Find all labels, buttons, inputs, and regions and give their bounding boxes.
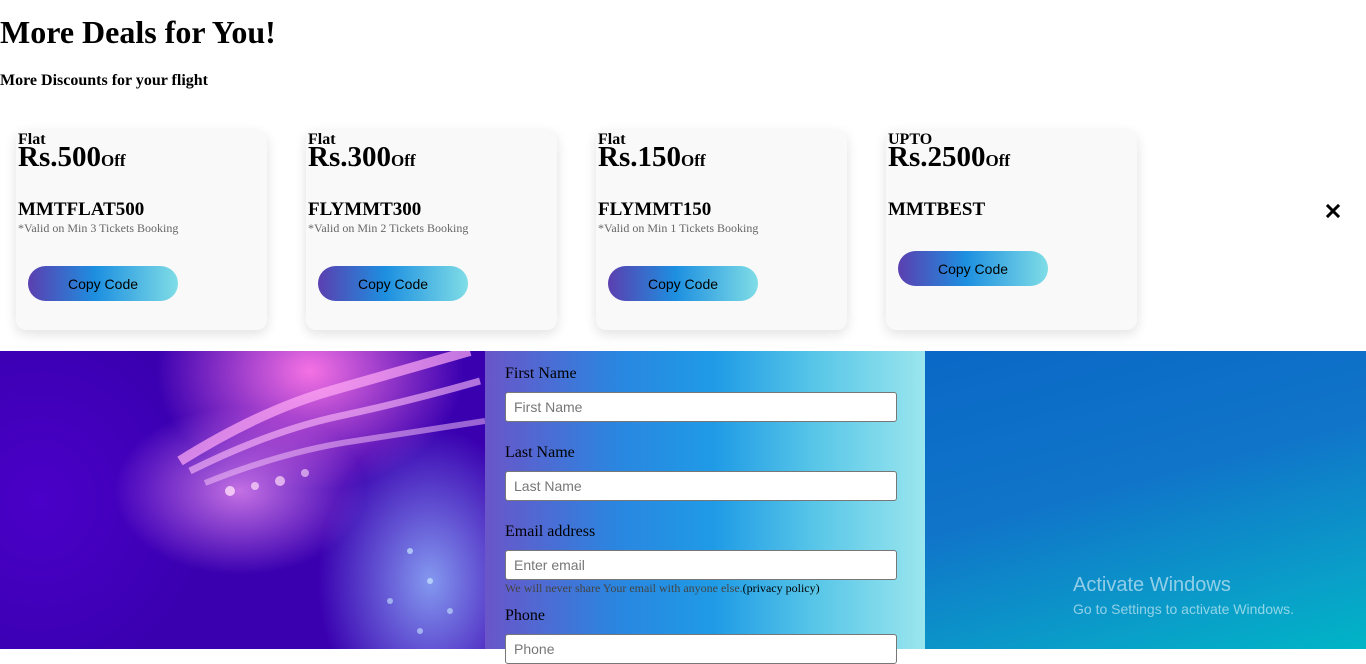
copy-code-button[interactable]: Copy Code: [898, 251, 1048, 286]
email-help-message: We will never share Your email with anyo…: [505, 581, 743, 595]
deal-amount-suffix: Off: [390, 151, 416, 170]
page-subtitle: More Discounts for your flight: [0, 72, 208, 89]
deal-amount-value: Rs.150: [598, 141, 681, 173]
copy-code-button[interactable]: Copy Code: [28, 266, 178, 301]
deal-amount-suffix: Off: [985, 151, 1011, 170]
coupon-code: FLYMMT300: [308, 199, 422, 220]
copy-code-button[interactable]: Copy Code: [608, 266, 758, 301]
deal-condition: *Valid on Min 2 Tickets Booking: [308, 221, 469, 235]
deal-condition: *Valid on Min 1 Tickets Booking: [598, 221, 759, 235]
deal-amount: Rs.500Off: [18, 140, 126, 178]
deal-condition: *Valid on Min 3 Tickets Booking: [18, 221, 179, 235]
deal-amount: Rs.150Off: [598, 140, 706, 178]
close-icon[interactable]: [1323, 201, 1343, 221]
email-label: Email address: [505, 523, 596, 540]
signup-form: First Name Last Name Email address We wi…: [485, 351, 925, 664]
first-name-label: First Name: [505, 365, 577, 382]
privacy-policy-link[interactable]: (privacy policy): [743, 581, 820, 595]
watermark-title: Activate Windows: [1073, 574, 1231, 596]
deal-amount-value: Rs.300: [308, 141, 391, 173]
deal-amount-suffix: Off: [100, 151, 126, 170]
deal-card: UPTO Rs.2500Off MMTBEST Copy Code: [886, 130, 1137, 330]
phone-input[interactable]: [505, 634, 897, 664]
windows-activation-watermark: Activate Windows Go to Settings to activ…: [1073, 574, 1294, 619]
deal-card: Flat Rs.300Off FLYMMT300 *Valid on Min 2…: [306, 130, 557, 330]
deal-card: Flat Rs.500Off MMTFLAT500 *Valid on Min …: [16, 130, 267, 330]
deal-amount-value: Rs.2500: [888, 141, 986, 173]
deal-amount-suffix: Off: [680, 151, 706, 170]
coupon-code: FLYMMT150: [598, 199, 712, 220]
email-help-text: We will never share Your email with anyo…: [505, 581, 820, 595]
deal-amount: Rs.300Off: [308, 140, 416, 178]
page-title: More Deals for You!: [0, 14, 276, 50]
abstract-art: [177, 351, 485, 634]
watermark-subtitle: Go to Settings to activate Windows.: [1073, 601, 1294, 617]
coupon-code: MMTFLAT500: [18, 199, 145, 220]
email-input[interactable]: [505, 550, 897, 580]
decorative-image: [0, 351, 485, 649]
last-name-input[interactable]: [505, 471, 897, 501]
copy-code-button[interactable]: Copy Code: [318, 266, 468, 301]
phone-label: Phone: [505, 607, 545, 624]
coupon-code: MMTBEST: [888, 199, 986, 220]
deal-amount-value: Rs.500: [18, 141, 101, 173]
first-name-input[interactable]: [505, 392, 897, 422]
last-name-label: Last Name: [505, 444, 575, 461]
deal-card: Flat Rs.150Off FLYMMT150 *Valid on Min 1…: [596, 130, 847, 330]
deal-amount: Rs.2500Off: [888, 140, 1010, 178]
